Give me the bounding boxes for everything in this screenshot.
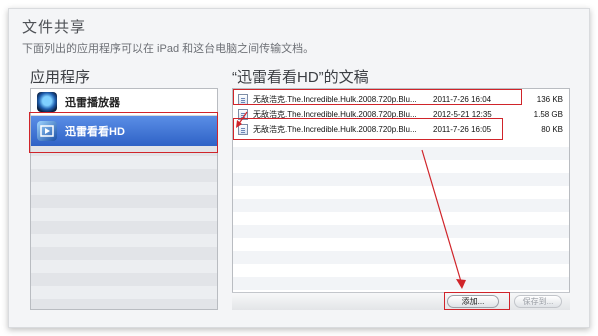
- annotation-box-selected-app: [29, 112, 218, 153]
- list-stripe: [233, 277, 569, 290]
- apps-heading: 应用程序: [30, 69, 91, 86]
- list-stripe: [31, 195, 217, 208]
- annotation-box-add-button: [444, 292, 510, 310]
- page-title: 文件共享: [22, 19, 87, 36]
- list-stripe: [233, 251, 569, 264]
- list-stripe: [31, 169, 217, 182]
- list-stripe: [31, 221, 217, 234]
- document-button-bar: 添加... 保存到...: [232, 292, 570, 310]
- save-to-button[interactable]: 保存到...: [514, 295, 562, 308]
- list-stripe: [233, 147, 569, 160]
- list-stripe: [233, 225, 569, 238]
- app-item-label: 迅雷播放器: [65, 97, 120, 109]
- annotation-box-file-3: [233, 118, 503, 140]
- file-size: 1.58 GB: [533, 110, 563, 119]
- list-stripe: [31, 247, 217, 260]
- page-description: 下面列出的应用程序可以在 iPad 和这台电脑之间传输文档。: [22, 43, 315, 55]
- list-stripe: [233, 199, 569, 212]
- file-size: 80 KB: [541, 125, 563, 134]
- file-size: 136 KB: [536, 95, 563, 104]
- documents-heading: “迅雷看看HD”的文稿: [232, 69, 369, 86]
- annotation-box-file-1: [233, 89, 522, 105]
- xunlei-player-icon: [37, 92, 57, 112]
- list-stripe: [31, 299, 217, 309]
- list-stripe: [233, 173, 569, 186]
- list-stripe: [31, 273, 217, 286]
